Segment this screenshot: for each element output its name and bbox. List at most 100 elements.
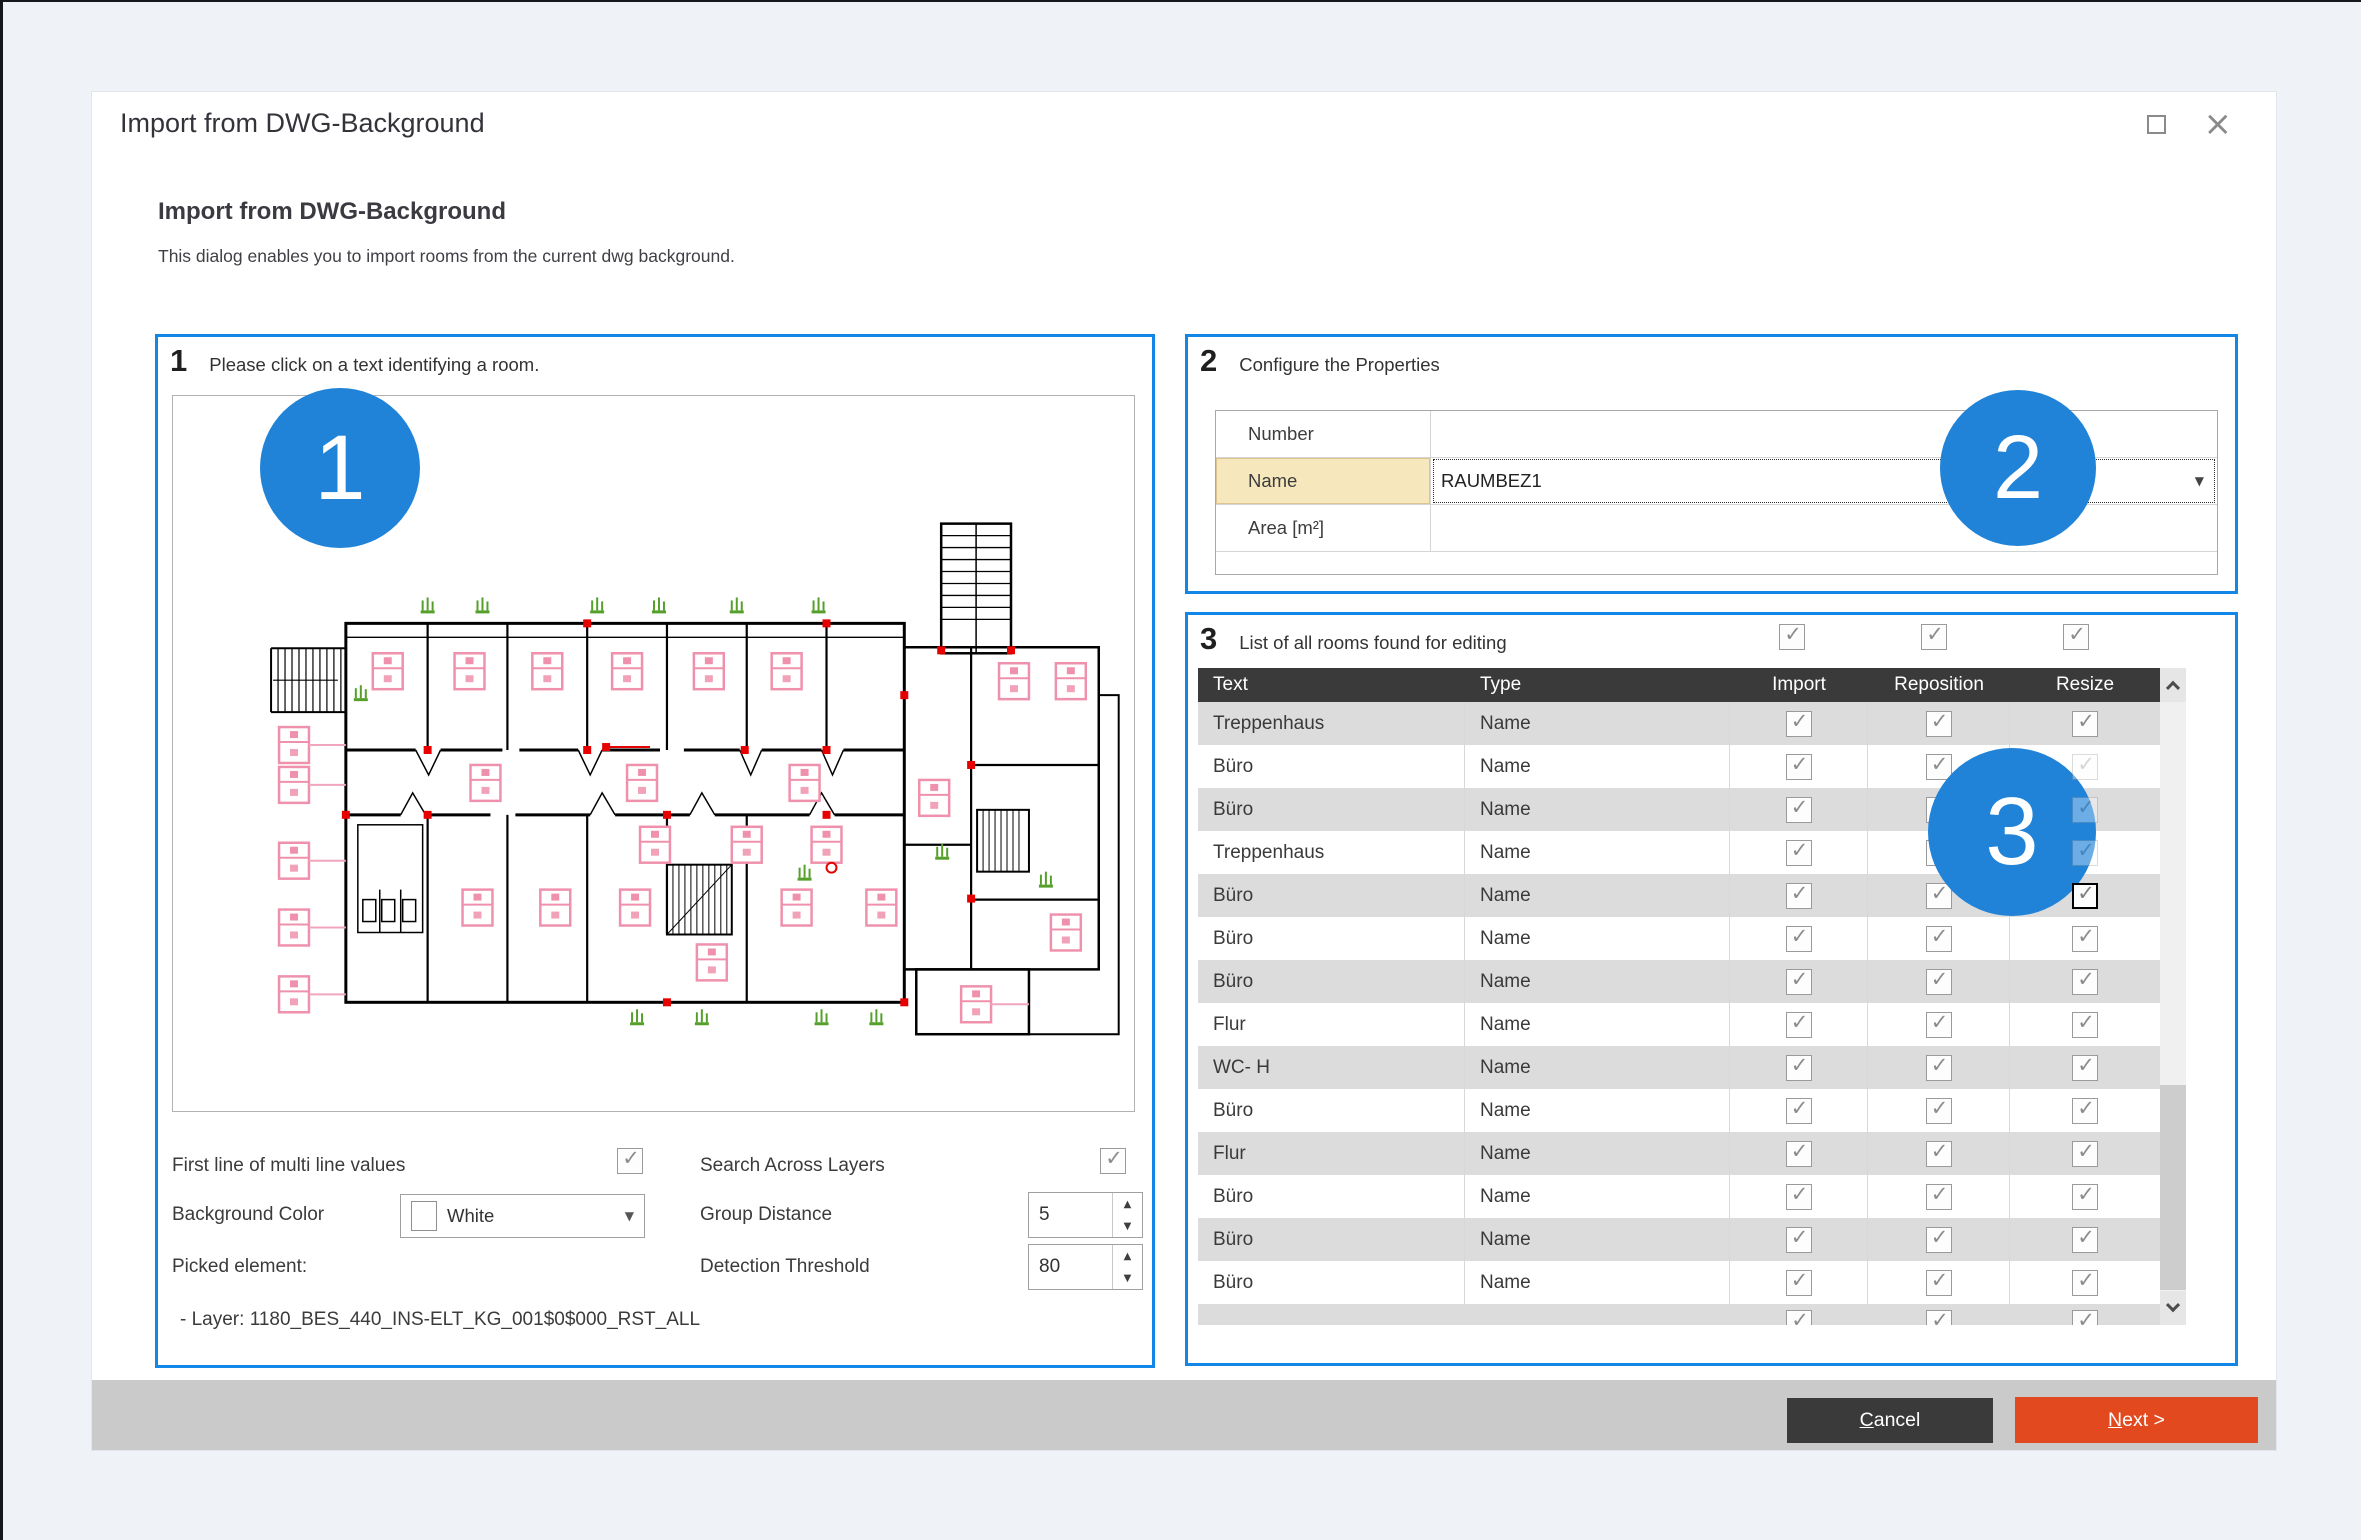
check-icon: ✓ [1791,752,1809,776]
check-icon: ✓ [2077,924,2095,948]
resize-checkbox[interactable]: ✓ [2072,1012,2098,1038]
resize-checkbox[interactable]: ✓ [2072,1141,2098,1167]
cancel-button[interactable]: Cancel [1787,1398,1993,1443]
table-row[interactable]: Büro Name ✓ ✓ ✓ [1198,1261,2160,1304]
table-scrollbar[interactable] [2160,668,2186,1325]
resize-checkbox[interactable]: ✓ [2072,969,2098,995]
reposition-checkbox[interactable]: ✓ [1926,754,1952,780]
table-row[interactable]: Flur Name ✓ ✓ ✓ [1198,1003,2160,1046]
table-row[interactable]: Treppenhaus Name ✓ ✓ ✓ [1198,702,2160,745]
search-across-checkbox[interactable]: ✓ [1100,1148,1126,1174]
picked-element-label: Picked element: [172,1256,307,1278]
reposition-checkbox[interactable]: ✓ [1926,1098,1952,1124]
detection-threshold-input[interactable]: 80 ▲ ▼ [1028,1244,1143,1290]
table-row[interactable]: Büro Name ✓ ✓ ✓ [1198,1175,2160,1218]
column-header-reposition[interactable]: Reposition [1868,674,2010,696]
scroll-up-icon[interactable] [2160,668,2186,702]
resize-checkbox[interactable]: ✓ [2072,754,2098,780]
check-icon: ✓ [1931,924,1949,948]
import-checkbox[interactable]: ✓ [1786,754,1812,780]
table-row[interactable]: Büro Name ✓ ✓ ✓ [1198,1089,2160,1132]
name-dropdown-arrow-icon[interactable]: ▼ [2195,474,2204,488]
import-checkbox[interactable]: ✓ [1786,1310,1812,1325]
check-icon: ✓ [1791,795,1809,819]
table-row[interactable]: Flur Name ✓ ✓ ✓ [1198,1132,2160,1175]
resize-checkbox[interactable]: ✓ [2072,1310,2098,1325]
table-row[interactable]: WC- H Name ✓ ✓ ✓ [1198,1046,2160,1089]
check-icon: ✓ [2077,752,2095,776]
step2-title: Configure the Properties [1239,354,1440,376]
import-checkbox[interactable]: ✓ [1786,1141,1812,1167]
detection-threshold-value: 80 [1029,1245,1112,1289]
table-row[interactable]: Büro Name ✓ ✓ ✓ [1198,917,2160,960]
import-checkbox[interactable]: ✓ [1786,1098,1812,1124]
resize-checkbox[interactable]: ✓ [2072,711,2098,737]
detection-threshold-label: Detection Threshold [700,1256,870,1278]
resize-checkbox[interactable]: ✓ [2072,840,2098,866]
first-line-checkbox[interactable]: ✓ [617,1148,643,1174]
spinner-down-icon[interactable]: ▼ [1113,1267,1142,1289]
column-header-text[interactable]: Text [1198,674,1465,696]
reposition-checkbox[interactable]: ✓ [1926,1184,1952,1210]
reposition-checkbox[interactable]: ✓ [1926,711,1952,737]
import-checkbox[interactable]: ✓ [1786,1012,1812,1038]
scroll-down-icon[interactable] [2160,1291,2186,1325]
table-row[interactable]: Büro Name ✓ ✓ ✓ [1198,1218,2160,1261]
resize-checkbox[interactable]: ✓ [2072,1098,2098,1124]
maximize-icon[interactable] [2147,115,2166,134]
import-checkbox[interactable]: ✓ [1786,797,1812,823]
spinner-down-icon[interactable]: ▼ [1113,1215,1142,1237]
spinner-up-icon[interactable]: ▲ [1113,1245,1142,1267]
check-icon: ✓ [2068,622,2086,646]
reposition-checkbox[interactable]: ✓ [1926,969,1952,995]
check-icon: ✓ [2077,709,2095,733]
check-icon: ✓ [1791,1096,1809,1120]
check-icon: ✓ [1791,1268,1809,1292]
next-button[interactable]: Next > [2015,1397,2258,1443]
import-checkbox[interactable]: ✓ [1786,969,1812,995]
background-color-dropdown[interactable]: White ▼ [400,1194,645,1238]
reposition-checkbox[interactable]: ✓ [1926,926,1952,952]
close-icon[interactable]: × [2204,112,2233,136]
property-label-area: Area [m²] [1216,505,1431,551]
resize-checkbox[interactable]: ✓ [2072,1055,2098,1081]
group-distance-input[interactable]: 5 ▲ ▼ [1028,1192,1143,1238]
resize-checkbox[interactable]: ✓ [2072,1270,2098,1296]
reposition-checkbox[interactable]: ✓ [1926,1141,1952,1167]
resize-checkbox[interactable]: ✓ [2072,926,2098,952]
resize-checkbox[interactable]: ✓ [2072,883,2098,909]
import-checkbox[interactable]: ✓ [1786,711,1812,737]
import-checkbox[interactable]: ✓ [1786,1184,1812,1210]
reposition-checkbox[interactable]: ✓ [1926,1012,1952,1038]
property-value-number[interactable] [1431,411,2217,457]
import-checkbox[interactable]: ✓ [1786,1227,1812,1253]
scrollbar-thumb[interactable] [2160,1085,2186,1290]
resize-checkbox[interactable]: ✓ [2072,797,2098,823]
import-checkbox[interactable]: ✓ [1786,926,1812,952]
reposition-checkbox[interactable]: ✓ [1926,1270,1952,1296]
property-value-name[interactable]: RAUMBEZ1 ▼ [1433,459,2215,503]
import-checkbox[interactable]: ✓ [1786,1270,1812,1296]
screen-edge [0,0,2361,2]
import-checkbox[interactable]: ✓ [1786,1055,1812,1081]
check-icon: ✓ [1931,752,1949,776]
table-row[interactable]: Büro Name ✓ ✓ ✓ [1198,960,2160,1003]
reposition-checkbox[interactable]: ✓ [1926,1310,1952,1325]
select-all-resize-checkbox[interactable]: ✓ [2063,624,2089,650]
property-value-area[interactable] [1431,505,2217,551]
resize-checkbox[interactable]: ✓ [2072,1184,2098,1210]
reposition-checkbox[interactable]: ✓ [1926,1227,1952,1253]
spinner-up-icon[interactable]: ▲ [1113,1193,1142,1215]
import-checkbox[interactable]: ✓ [1786,883,1812,909]
reposition-checkbox[interactable]: ✓ [1926,1055,1952,1081]
column-header-resize[interactable]: Resize [2010,674,2160,696]
import-checkbox[interactable]: ✓ [1786,840,1812,866]
room-text: Flur [1198,1003,1465,1046]
check-icon: ✓ [1791,1139,1809,1163]
column-header-type[interactable]: Type [1465,674,1730,696]
property-label-number: Number [1216,411,1431,457]
resize-checkbox[interactable]: ✓ [2072,1227,2098,1253]
select-all-reposition-checkbox[interactable]: ✓ [1921,624,1947,650]
column-header-import[interactable]: Import [1730,674,1868,696]
select-all-import-checkbox[interactable]: ✓ [1779,624,1805,650]
